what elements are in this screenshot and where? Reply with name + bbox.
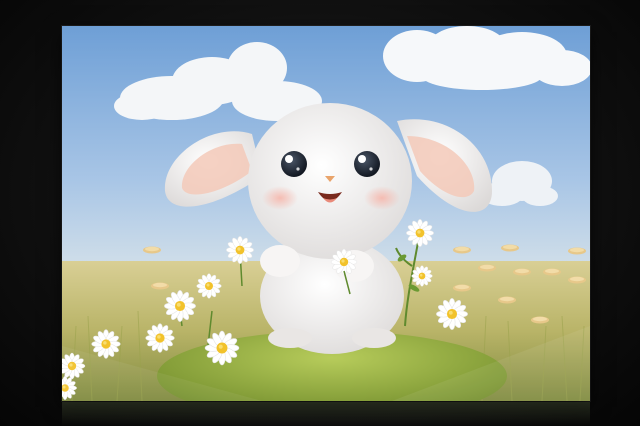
bunny-left-eye <box>281 151 307 177</box>
bunny-right-foot <box>352 328 396 348</box>
bunny-left-foot <box>268 328 312 348</box>
bunny-left-arm <box>260 245 300 277</box>
canvas-print <box>62 26 590 401</box>
floor-reflection <box>62 402 590 426</box>
bunny-right-cheek <box>364 186 400 210</box>
artwork <box>62 26 590 401</box>
bunny-right-eye <box>354 151 380 177</box>
bunny-left-cheek <box>262 186 298 210</box>
